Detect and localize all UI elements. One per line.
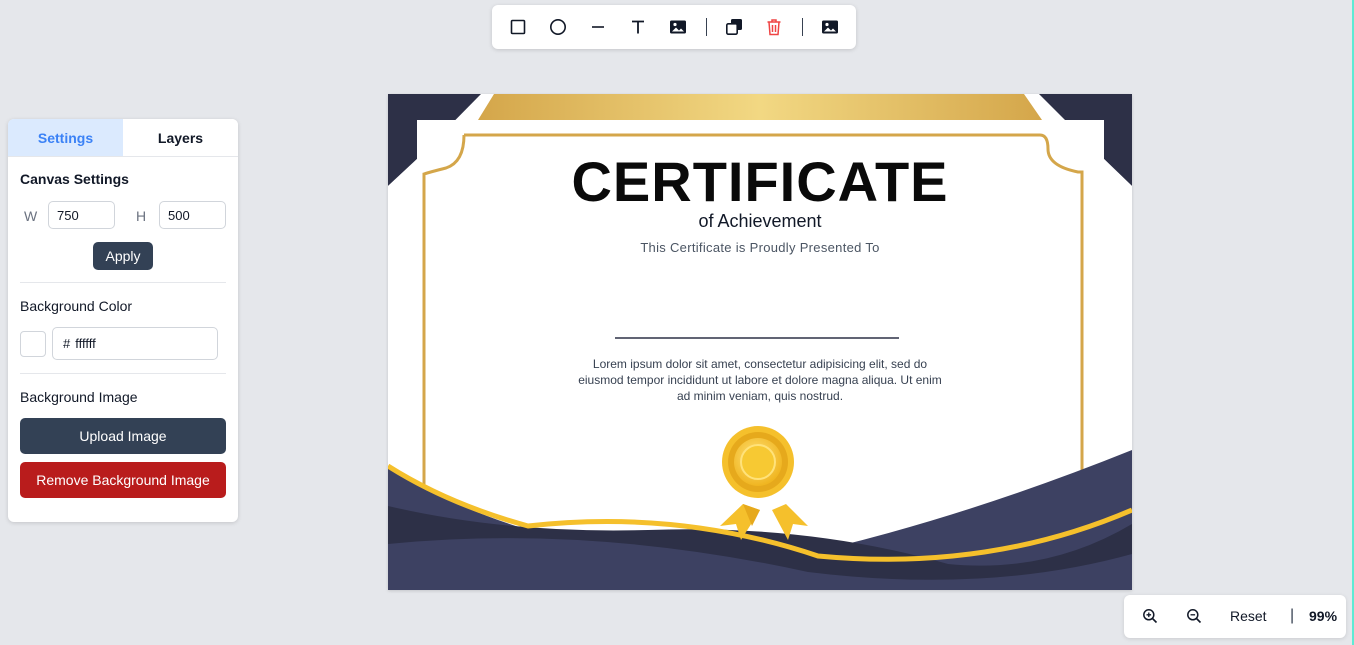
body-line-1: Lorem ipsum dolor sit amet, consectetur … bbox=[592, 357, 928, 371]
image-icon[interactable] bbox=[666, 15, 690, 39]
duplicate-icon[interactable] bbox=[722, 15, 746, 39]
circle-icon[interactable] bbox=[546, 15, 570, 39]
certificate-subtitle[interactable]: of Achievement bbox=[388, 210, 1132, 232]
zoom-separator: | bbox=[1290, 607, 1295, 624]
height-input[interactable]: 500 bbox=[159, 201, 226, 229]
trash-icon[interactable] bbox=[762, 15, 786, 39]
background-color-input[interactable]: # ffffff bbox=[52, 327, 218, 360]
zoom-in-icon[interactable] bbox=[1140, 606, 1160, 626]
presented-to-text[interactable]: This Certificate is Proudly Presented To bbox=[388, 240, 1132, 256]
width-label: W bbox=[24, 208, 38, 224]
apply-button[interactable]: Apply bbox=[93, 242, 153, 270]
background-image-icon[interactable] bbox=[818, 15, 842, 39]
canvas-settings-title: Canvas Settings bbox=[20, 171, 129, 187]
hash-symbol: # bbox=[63, 336, 71, 351]
zoom-controls: Reset | 99% bbox=[1124, 595, 1346, 638]
tab-layers[interactable]: Layers bbox=[123, 119, 238, 156]
tab-settings[interactable]: Settings bbox=[8, 119, 123, 156]
body-text[interactable]: Lorem ipsum dolor sit amet, consectetur … bbox=[388, 356, 1132, 404]
divider bbox=[20, 282, 226, 283]
upload-image-button[interactable]: Upload Image bbox=[20, 418, 226, 454]
zoom-level: 99% bbox=[1309, 608, 1338, 624]
text-icon[interactable] bbox=[626, 15, 650, 39]
width-input[interactable]: 750 bbox=[48, 201, 115, 229]
remove-background-image-button[interactable]: Remove Background Image bbox=[20, 462, 226, 498]
top-toolbar bbox=[492, 5, 856, 49]
background-color-value: ffffff bbox=[75, 336, 96, 351]
body-line-3: ad minim veniam, quis nostrud. bbox=[676, 389, 844, 403]
divider bbox=[20, 373, 226, 374]
toolbar-separator bbox=[802, 18, 803, 36]
settings-panel: Settings Layers Canvas Settings W 750 H … bbox=[8, 119, 238, 522]
background-color-swatch[interactable] bbox=[20, 331, 46, 357]
rectangle-icon[interactable] bbox=[506, 15, 530, 39]
design-canvas[interactable]: CERTIFICATE of Achievement This Certific… bbox=[388, 94, 1132, 590]
body-line-2: eiusmod tempor incididunt ut labore et d… bbox=[578, 373, 942, 387]
panel-tabs: Settings Layers bbox=[8, 119, 238, 157]
line-icon[interactable] bbox=[586, 15, 610, 39]
certificate-title[interactable]: CERTIFICATE bbox=[388, 150, 1132, 214]
zoom-out-icon[interactable] bbox=[1184, 606, 1204, 626]
height-label: H bbox=[136, 208, 147, 224]
toolbar-separator bbox=[706, 18, 707, 36]
reset-zoom-button[interactable]: Reset bbox=[1230, 608, 1267, 624]
background-image-title: Background Image bbox=[20, 389, 138, 405]
background-color-title: Background Color bbox=[20, 298, 133, 314]
